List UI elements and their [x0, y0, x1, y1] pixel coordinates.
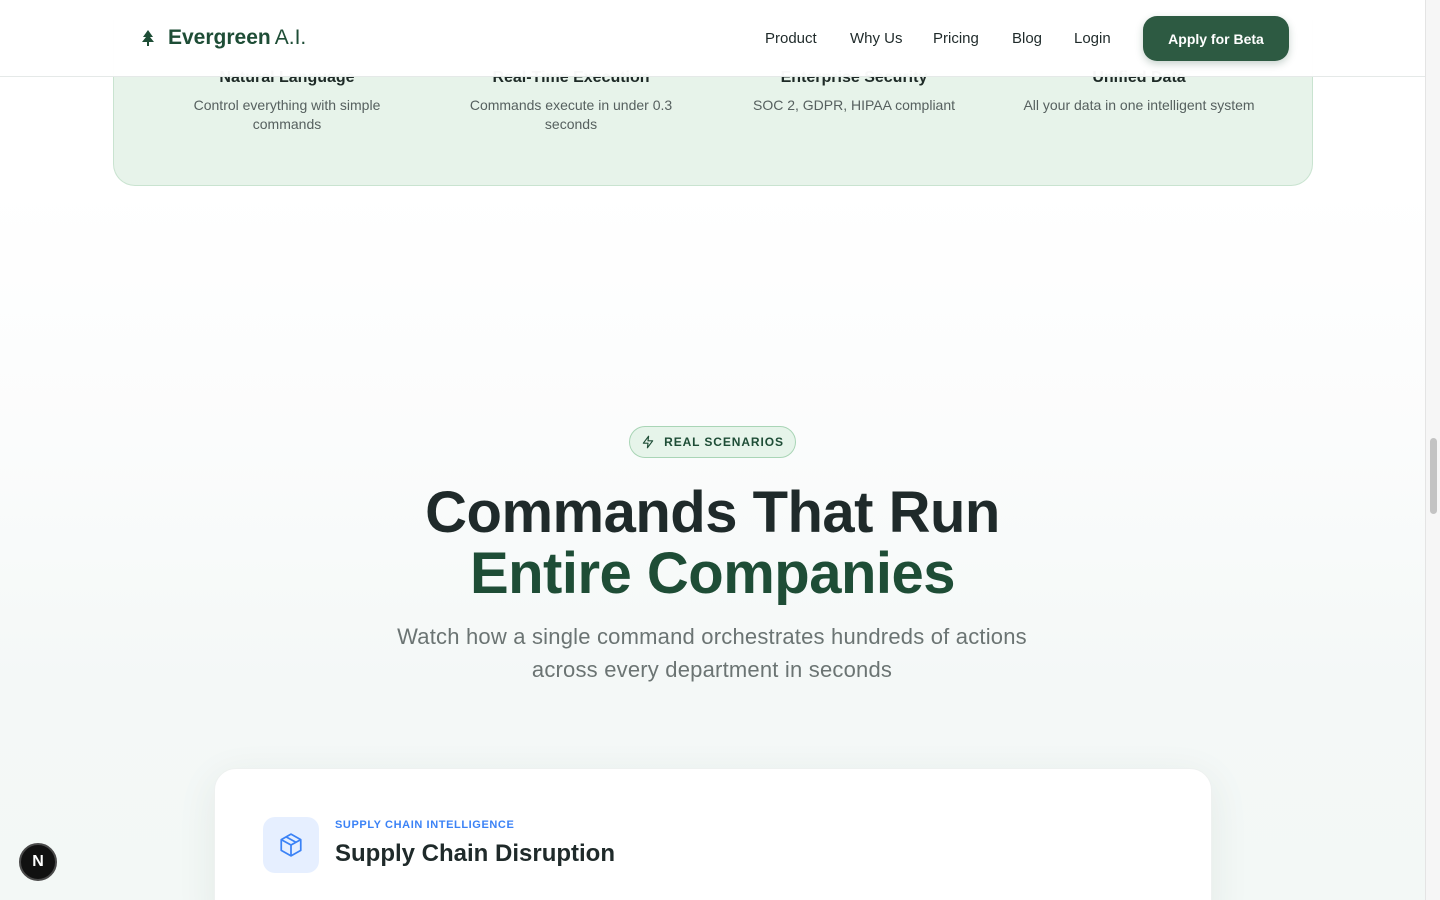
nav-blog[interactable]: Blog	[1012, 30, 1042, 47]
main-content: Natural Language Control everything with…	[0, 0, 1425, 900]
nav-pricing[interactable]: Pricing	[933, 30, 979, 47]
section-headline-line1: Commands That Run	[425, 480, 1000, 545]
scenario-card-supply-chain[interactable]: SUPPLY CHAIN INTELLIGENCE Supply Chain D…	[214, 768, 1212, 900]
section-subtitle: Watch how a single command orchestrates …	[397, 624, 1027, 682]
real-scenarios-badge: REAL SCENARIOS	[629, 426, 796, 458]
feature-natural-language: Natural Language Control everything with…	[172, 68, 402, 134]
tree-icon	[142, 30, 154, 46]
nav-product[interactable]: Product	[765, 30, 817, 47]
brand-suffix: A.I.	[274, 26, 307, 49]
scrollbar-thumb[interactable]	[1430, 438, 1437, 514]
nav-why-us[interactable]: Why Us	[850, 30, 903, 47]
apply-for-beta-button[interactable]: Apply for Beta	[1143, 16, 1289, 61]
nextjs-dev-badge[interactable]: N	[19, 843, 57, 881]
box-icon	[280, 833, 302, 857]
card-icon-container	[263, 817, 319, 873]
nav-login[interactable]: Login	[1074, 30, 1111, 47]
feature-description: Commands execute in under 0.3 seconds	[469, 97, 673, 132]
card-title: Supply Chain Disruption	[335, 840, 615, 867]
lightning-icon	[642, 435, 654, 449]
feature-description: All your data in one intelligent system	[1023, 97, 1255, 113]
brand-name: Evergreen	[168, 26, 271, 49]
feature-description: Control everything with simple commands	[193, 97, 381, 132]
feature-description: SOC 2, GDPR, HIPAA compliant	[752, 97, 956, 113]
logo[interactable]: Evergreen A.I.	[140, 26, 306, 50]
page: Natural Language Control everything with…	[0, 0, 1440, 900]
page-scrollbar[interactable]	[1425, 0, 1440, 900]
badge-label: REAL SCENARIOS	[664, 435, 784, 449]
section-headline-line2: Entire Companies	[469, 541, 956, 606]
card-category: SUPPLY CHAIN INTELLIGENCE	[335, 819, 515, 831]
site-header: Evergreen A.I. Product Why Us Pricing Blo…	[0, 0, 1425, 77]
feature-real-time-execution: Real-Time Execution Commands execute in …	[456, 68, 686, 134]
